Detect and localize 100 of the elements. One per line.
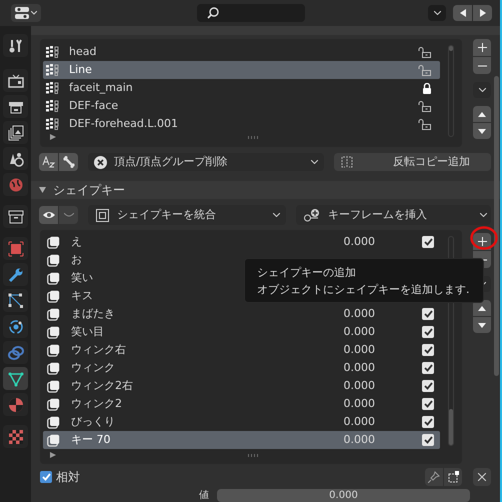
panel-scrollbar[interactable] (494, 76, 498, 376)
editor-type-button[interactable] (11, 4, 41, 22)
properties-tab[interactable] (3, 425, 28, 448)
list-row[interactable]: faceit_main (43, 79, 440, 97)
remove-menu-dropdown[interactable]: 頂点/頂点グループ削除 (88, 153, 324, 171)
clear-button[interactable] (473, 468, 491, 486)
mirror-copy-button[interactable]: 反転コピー追加 (334, 153, 491, 171)
down-arrow-icon (478, 128, 486, 134)
specials-menu-button[interactable] (473, 82, 491, 98)
resize-grip-icon[interactable] (248, 454, 258, 457)
keyframe-menu-dropdown[interactable]: キーフレームを挿入 (296, 205, 491, 225)
shape-key-value[interactable]: 0.000 (344, 414, 375, 430)
caret-icon (273, 213, 280, 217)
list-row[interactable]: ウィンク2 0.000 (43, 395, 440, 413)
mirror-icon (340, 156, 354, 168)
vertex-group-name: DEF-face (69, 98, 118, 114)
pin-icon (428, 471, 440, 483)
expand-arrow-icon[interactable] (50, 452, 56, 458)
shape-key-edit-toggle[interactable] (39, 206, 58, 224)
scroll-thumb[interactable] (449, 409, 453, 445)
shape-key-icon (47, 380, 60, 392)
merge-menu-dropdown[interactable]: シェイプキーを統合 (88, 205, 286, 225)
move-down-button[interactable] (473, 317, 491, 333)
resize-grip-icon[interactable] (248, 136, 258, 139)
list-row[interactable]: まばたき 0.000 (43, 305, 440, 323)
search-field[interactable] (197, 4, 305, 22)
properties-tab[interactable] (3, 34, 28, 57)
dropdown-button[interactable] (428, 5, 446, 21)
list-row[interactable]: DEF-forehead.L.001 (43, 115, 440, 133)
shape-key-icon (47, 272, 60, 284)
shape-key-value[interactable]: 0.000 (344, 324, 375, 340)
checkbox[interactable] (422, 326, 434, 338)
move-up-button[interactable] (473, 106, 491, 122)
list-row[interactable]: ウィンク2右 0.000 (43, 377, 440, 395)
properties-tab[interactable] (3, 315, 28, 338)
curve-icon (64, 213, 74, 217)
list-row[interactable]: Line (43, 61, 440, 79)
checkbox[interactable] (422, 416, 434, 428)
square-icon (8, 240, 24, 256)
unlock-icon[interactable] (418, 118, 432, 130)
shape-key-mode-toggle[interactable] (59, 206, 78, 224)
vertex-group-icon (46, 100, 59, 112)
lock-icon[interactable] (422, 82, 432, 94)
list-row[interactable]: ウィンク 0.000 (43, 359, 440, 377)
properties-tab[interactable] (3, 69, 28, 92)
value-field[interactable]: 0.000 (217, 489, 470, 502)
expand-arrow-icon[interactable] (50, 134, 56, 140)
sort-by-bone-button[interactable] (59, 153, 78, 171)
value-label: 値 (198, 490, 209, 500)
shape-key-name: ウィンク2 (71, 396, 122, 412)
shape-key-value[interactable]: 0.000 (344, 396, 375, 412)
checkbox[interactable] (422, 308, 434, 320)
shape-key-value[interactable]: 0.000 (344, 432, 375, 448)
checkbox[interactable] (422, 236, 434, 248)
relative-label: 相対 (56, 469, 80, 486)
sort-alphabetical-button[interactable] (39, 153, 58, 171)
unlock-icon[interactable] (418, 46, 432, 58)
caret-icon (311, 160, 318, 164)
checkbox[interactable] (422, 434, 434, 446)
chain-link-icon (8, 344, 24, 360)
edit-mode-button[interactable] (444, 468, 462, 486)
pin-button[interactable] (425, 468, 443, 486)
shape-key-value[interactable]: 0.000 (344, 360, 375, 376)
list-row[interactable]: キー 70 0.000 (43, 431, 440, 449)
properties-tab[interactable] (3, 147, 28, 170)
properties-tab[interactable] (3, 367, 28, 390)
list-row[interactable]: ウィンク右 0.000 (43, 341, 440, 359)
panel-header[interactable]: シェイプキー (31, 181, 500, 199)
remove-button[interactable] (473, 57, 491, 74)
move-up-button[interactable] (473, 300, 491, 316)
properties-tab[interactable] (3, 393, 28, 416)
list-row[interactable]: DEF-face (43, 97, 440, 115)
properties-tab[interactable] (3, 205, 28, 228)
tooltip-description: オブジェクトにシェイプキーを追加します. (257, 282, 470, 298)
shape-key-name: ウィンク (71, 360, 115, 376)
shape-key-value[interactable]: 0.000 (344, 306, 375, 322)
shape-key-value[interactable]: 0.000 (344, 342, 375, 358)
forward-button[interactable] (473, 5, 492, 21)
list-row[interactable]: 笑い目 0.000 (43, 323, 440, 341)
properties-tab[interactable] (3, 263, 28, 286)
checkbox[interactable] (422, 398, 434, 410)
properties-tab[interactable] (3, 95, 28, 118)
properties-tab[interactable] (3, 121, 28, 144)
shape-key-value[interactable]: 0.000 (344, 234, 375, 250)
list-row[interactable]: え 0.000 (43, 233, 440, 251)
unlock-icon[interactable] (418, 100, 432, 112)
list-row[interactable]: びっくり 0.000 (43, 413, 440, 431)
checkbox[interactable] (422, 362, 434, 374)
add-button[interactable] (473, 39, 491, 56)
shape-key-icon (47, 308, 60, 320)
checkbox[interactable] (422, 380, 434, 392)
relative-checkbox[interactable] (40, 471, 52, 483)
list-row[interactable]: head (43, 43, 440, 61)
properties-tab[interactable] (3, 289, 28, 312)
shape-key-value[interactable]: 0.000 (344, 378, 375, 394)
move-down-button[interactable] (473, 123, 491, 139)
scroll-thumb[interactable] (449, 46, 453, 51)
back-button[interactable] (453, 5, 472, 21)
shape-key-icon (47, 434, 60, 446)
checkbox[interactable] (422, 344, 434, 356)
